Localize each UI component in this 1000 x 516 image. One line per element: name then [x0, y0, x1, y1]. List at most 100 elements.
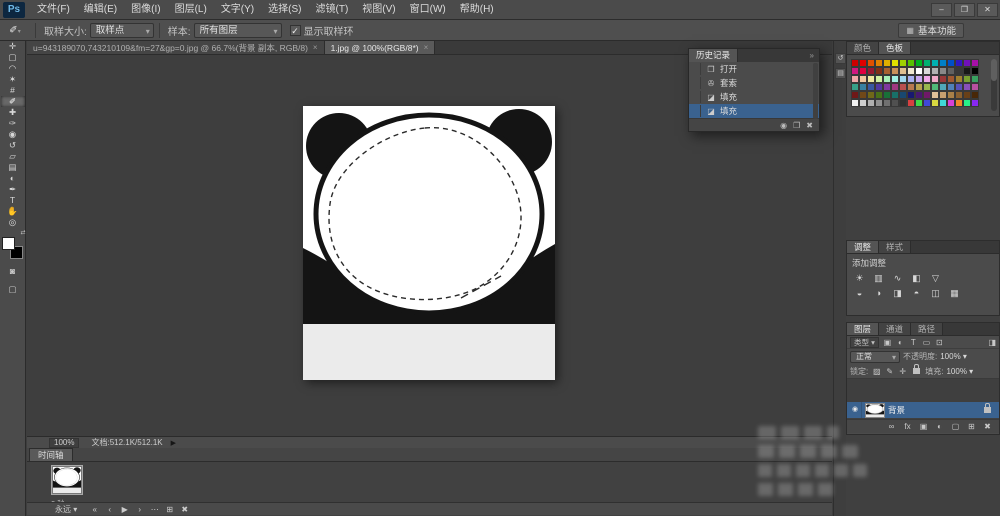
close-tab-icon[interactable]: ×: [313, 43, 318, 52]
zoom-level-field[interactable]: 100%: [49, 438, 79, 448]
color-swatch[interactable]: [867, 91, 875, 99]
history-brush-source-box[interactable]: [691, 63, 701, 75]
tween-button[interactable]: ⋯: [147, 505, 162, 514]
color-swatch[interactable]: [947, 91, 955, 99]
rectangular-marquee-tool[interactable]: ▢: [1, 52, 25, 63]
delete-layer-icon[interactable]: ✖: [982, 422, 993, 431]
levels-icon[interactable]: ▥: [869, 272, 888, 285]
color-swatch[interactable]: [891, 99, 899, 107]
loop-count-dropdown[interactable]: 永远 ▾: [55, 504, 77, 515]
scrollbar-thumb[interactable]: [991, 59, 997, 81]
filter-toggle-icon[interactable]: ◨: [988, 338, 996, 347]
color-swatch[interactable]: [955, 99, 963, 107]
duplicate-frame-button[interactable]: ⊞: [162, 505, 177, 514]
foreground-color-swatch[interactable]: [2, 237, 15, 250]
restore-button[interactable]: ❐: [954, 3, 975, 17]
brush-tool[interactable]: ✑: [1, 118, 25, 129]
vibrance-icon[interactable]: ▽: [926, 272, 945, 285]
color-swatch[interactable]: [963, 99, 971, 107]
lock-pixels-icon[interactable]: ✎: [884, 367, 895, 376]
crop-tool[interactable]: #: [1, 85, 25, 96]
close-tab-icon[interactable]: ×: [424, 43, 429, 52]
color-swatch[interactable]: [899, 75, 907, 83]
move-tool[interactable]: ✛: [1, 41, 25, 52]
tab-adjustments[interactable]: 调整: [847, 241, 879, 253]
menu-file[interactable]: 文件(F): [30, 0, 77, 19]
color-swatch[interactable]: [891, 83, 899, 91]
collapse-panel-icon[interactable]: »: [810, 51, 819, 60]
color-swatch[interactable]: [947, 59, 955, 67]
color-swatch[interactable]: [955, 91, 963, 99]
clone-stamp-tool[interactable]: ◉: [1, 129, 25, 140]
history-state-4[interactable]: ◪填充: [689, 104, 819, 118]
timeline-tab[interactable]: 时间轴: [29, 448, 73, 461]
color-swatch[interactable]: [915, 67, 923, 75]
color-swatch[interactable]: [907, 67, 915, 75]
collapsed-panel-properties-icon[interactable]: ▤: [835, 68, 846, 79]
color-swatch[interactable]: [883, 59, 891, 67]
color-swatch[interactable]: [915, 91, 923, 99]
color-swatch[interactable]: [859, 91, 867, 99]
color-swatch[interactable]: [931, 67, 939, 75]
color-swatch[interactable]: [907, 59, 915, 67]
quick-mask-button[interactable]: ◙: [1, 266, 25, 277]
color-swatch[interactable]: [923, 67, 931, 75]
color-swatch[interactable]: [899, 99, 907, 107]
history-state-3[interactable]: ◪填充: [689, 90, 819, 104]
menu-filter[interactable]: 滤镜(T): [309, 0, 356, 19]
color-swatch[interactable]: [931, 59, 939, 67]
color-swatch[interactable]: [867, 99, 875, 107]
exposure-icon[interactable]: ◧: [907, 272, 926, 285]
color-swatch[interactable]: [875, 59, 883, 67]
add-mask-icon[interactable]: ▣: [918, 422, 929, 431]
pen-tool[interactable]: ✒: [1, 184, 25, 195]
color-swatch[interactable]: [915, 99, 923, 107]
current-tool-icon[interactable]: ✐▾: [0, 25, 30, 36]
channel-mixer-icon[interactable]: ◫: [926, 287, 945, 300]
color-swatch[interactable]: [939, 99, 947, 107]
color-swatch[interactable]: [923, 75, 931, 83]
collapsed-panel-history-icon[interactable]: ↺: [835, 53, 846, 64]
black-white-icon[interactable]: ◨: [888, 287, 907, 300]
color-swatch[interactable]: [851, 91, 859, 99]
history-panel-tab[interactable]: 历史记录: [689, 49, 738, 62]
color-swatch[interactable]: [867, 59, 875, 67]
link-layers-icon[interactable]: ∞: [886, 422, 897, 431]
canvas-document[interactable]: [303, 106, 555, 380]
history-brush-source-box[interactable]: [691, 105, 701, 117]
color-swatch[interactable]: [947, 99, 955, 107]
filter-type-layers-icon[interactable]: T: [908, 338, 919, 347]
color-swatch[interactable]: [867, 67, 875, 75]
document-tab-1[interactable]: u=943189070,743210109&fm=27&gp=0.jpg @ 6…: [27, 41, 325, 54]
hand-tool[interactable]: ✋: [1, 206, 25, 217]
previous-frame-button[interactable]: ‹: [102, 505, 117, 514]
lock-all-icon[interactable]: [913, 368, 920, 374]
color-swatch[interactable]: [971, 59, 979, 67]
curves-icon[interactable]: ∿: [888, 272, 907, 285]
menu-help[interactable]: 帮助(H): [453, 0, 501, 19]
color-swatch[interactable]: [963, 59, 971, 67]
history-brush-source-box[interactable]: [691, 77, 701, 89]
color-swatch[interactable]: [891, 75, 899, 83]
color-balance-icon[interactable]: ◑: [869, 287, 888, 300]
tab-paths[interactable]: 路径: [911, 323, 943, 335]
color-swatch[interactable]: [899, 59, 907, 67]
color-swatch[interactable]: [859, 75, 867, 83]
color-swatch[interactable]: [939, 67, 947, 75]
color-swatch[interactable]: [963, 67, 971, 75]
history-scrollbar[interactable]: [813, 63, 818, 119]
color-swatch[interactable]: [891, 67, 899, 75]
lock-transparency-icon[interactable]: ▨: [871, 367, 882, 376]
status-options-arrow[interactable]: ▶: [171, 439, 176, 447]
filter-adjustment-layers-icon[interactable]: ◐: [895, 338, 906, 347]
color-swatch[interactable]: [963, 75, 971, 83]
color-swatch[interactable]: [859, 99, 867, 107]
color-swatch[interactable]: [923, 99, 931, 107]
color-swatch[interactable]: [923, 91, 931, 99]
photo-filter-icon[interactable]: ◓: [907, 287, 926, 300]
layer-filter-dropdown[interactable]: 类型 ▾: [850, 337, 879, 348]
tab-layers[interactable]: 图层: [847, 323, 879, 335]
color-swatch[interactable]: [971, 91, 979, 99]
filter-smart-objects-icon[interactable]: ⊡: [934, 338, 945, 347]
color-swatch[interactable]: [907, 91, 915, 99]
